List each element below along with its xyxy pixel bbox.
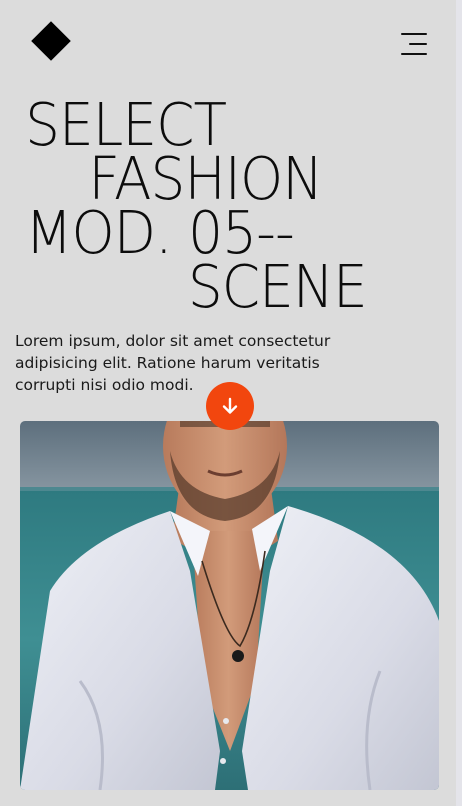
menu-line-top: [401, 33, 427, 35]
hero-photo: [20, 421, 439, 790]
intro-text: Lorem ipsum, dolor sit amet consectetur …: [15, 332, 331, 394]
arrow-down-icon: [222, 397, 238, 414]
hero-title-line-4: SCENE: [187, 252, 368, 321]
hamburger-menu-icon[interactable]: [398, 30, 430, 60]
page: SELECT FASHION MOD. 05-- SCENE Lorem ips…: [0, 0, 456, 806]
diamond-logo-icon[interactable]: [31, 21, 71, 61]
model-photo-illustration: [20, 421, 439, 790]
menu-line-bottom: [401, 53, 427, 55]
scroll-down-button[interactable]: [206, 382, 254, 430]
hero-title: SELECT FASHION MOD. 05-- SCENE: [0, 95, 456, 321]
menu-line-middle: [409, 43, 427, 45]
